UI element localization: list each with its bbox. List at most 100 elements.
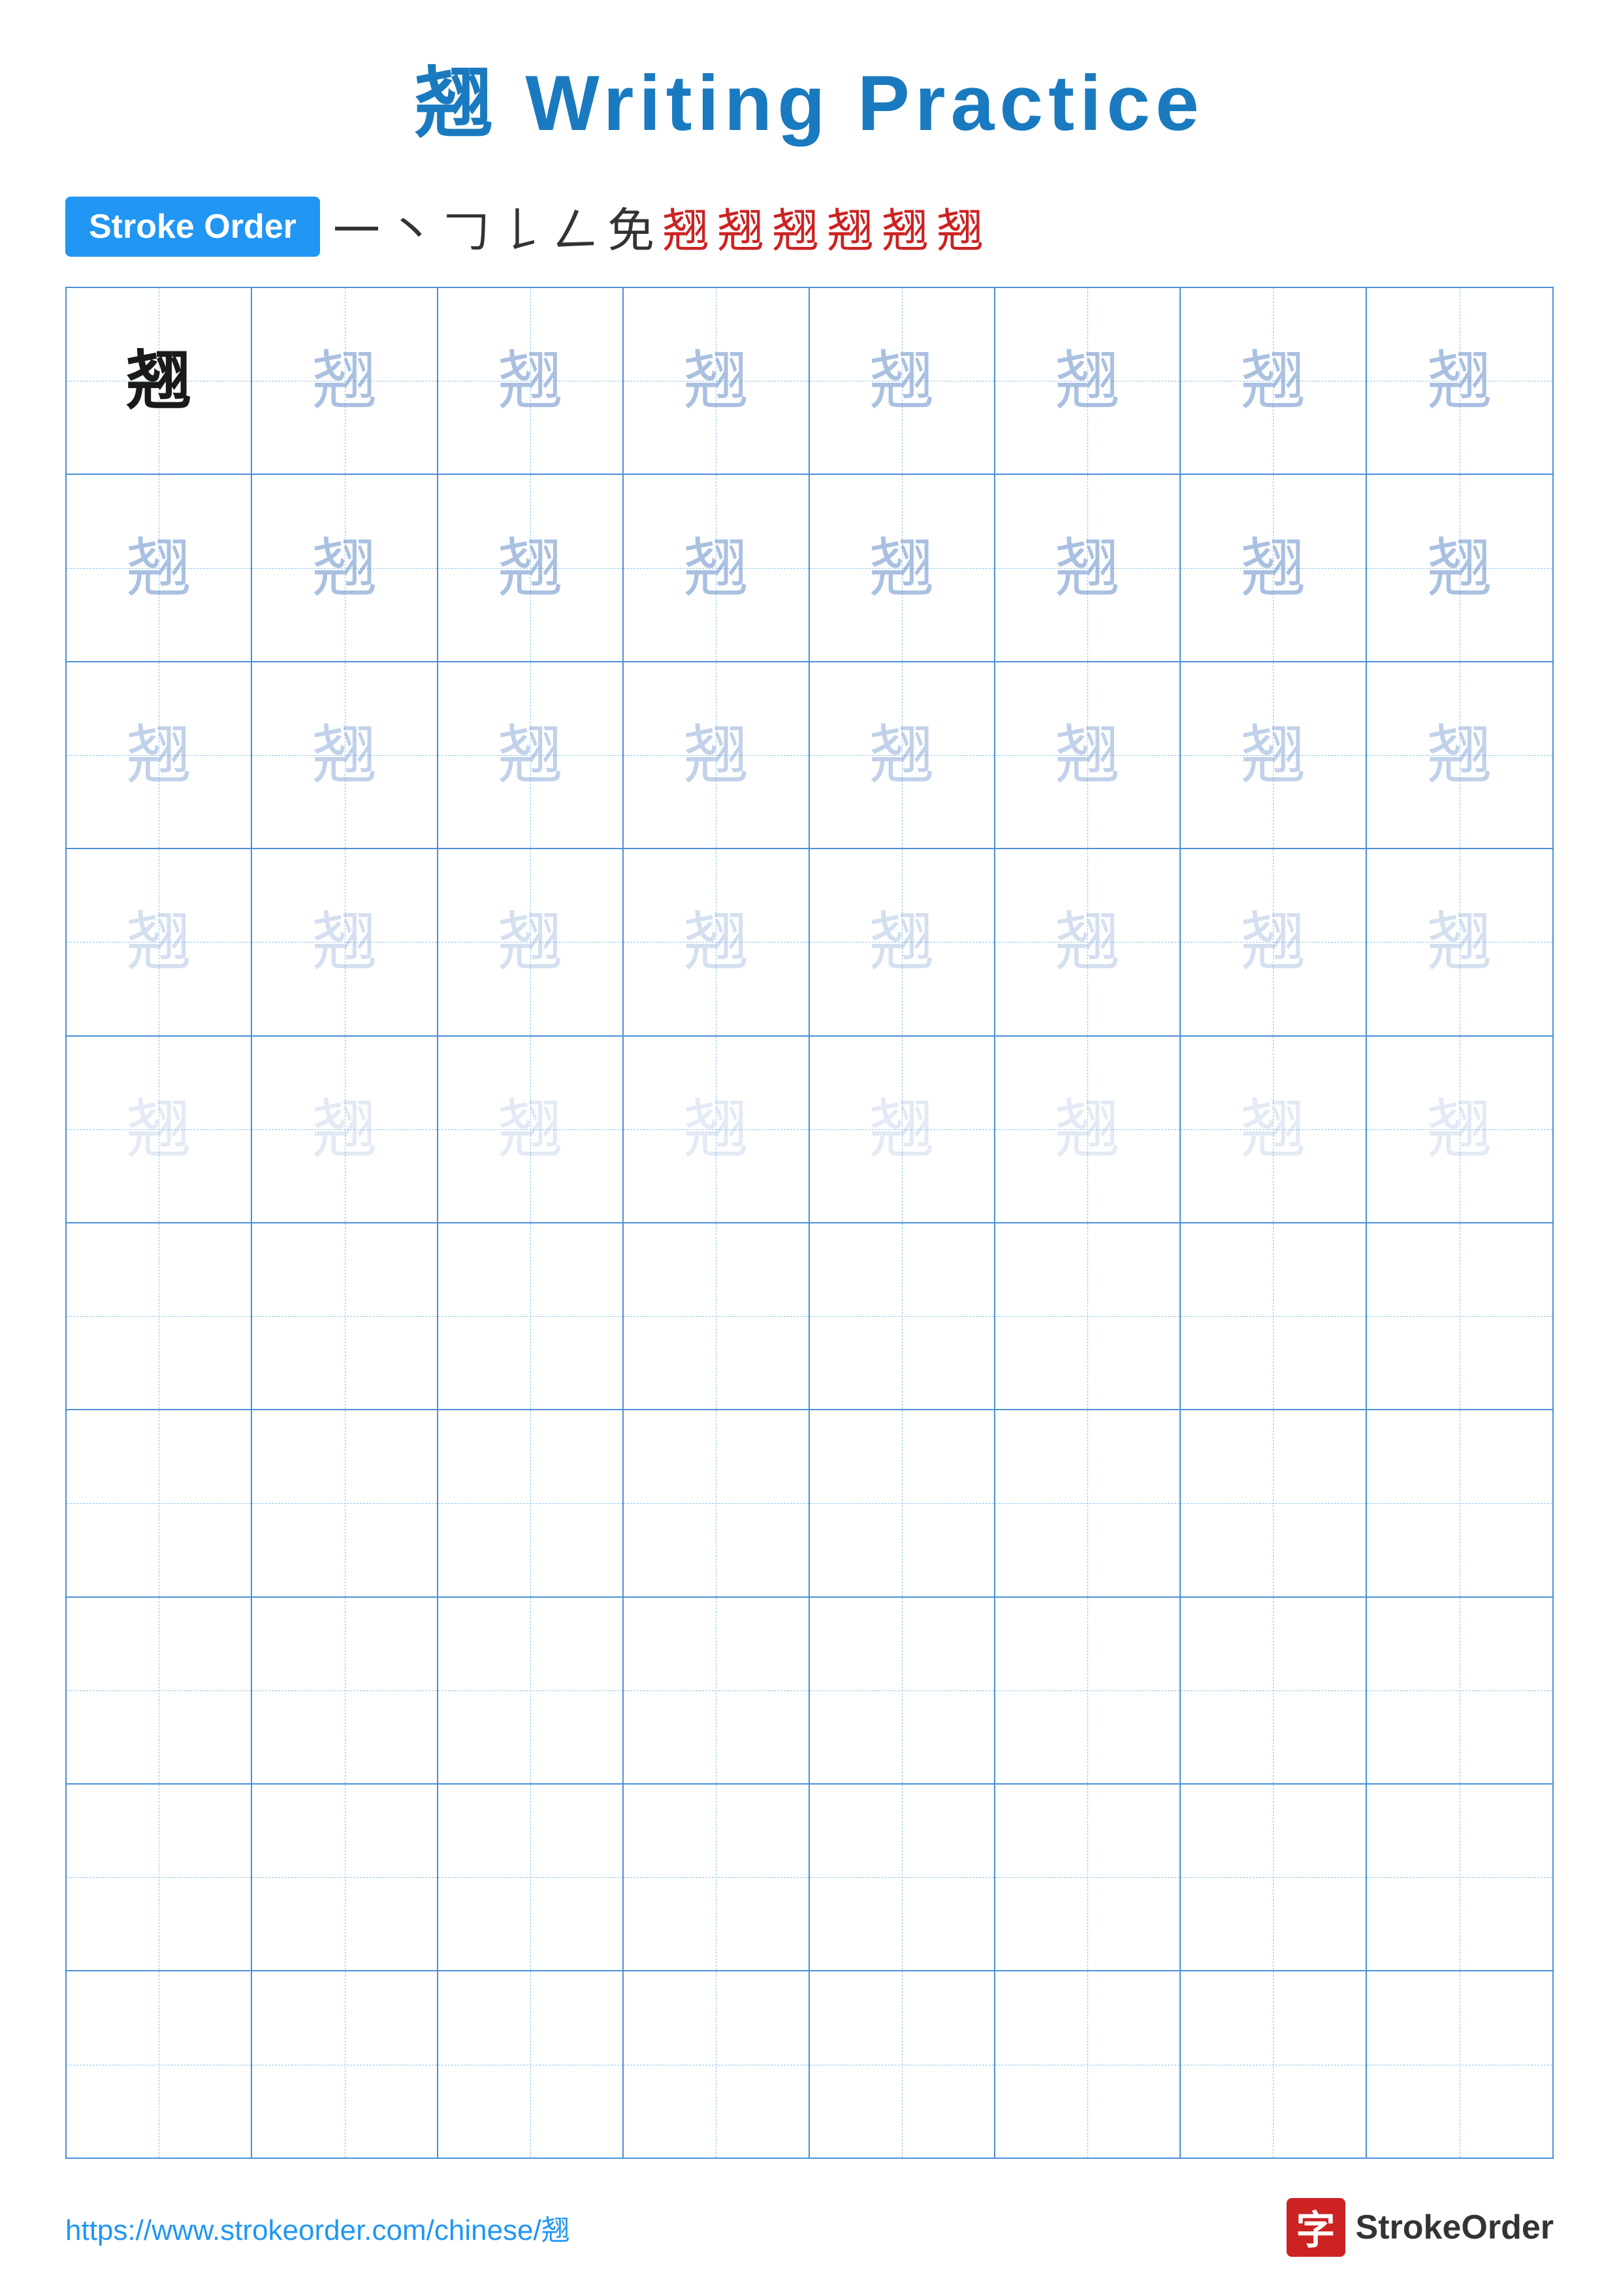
stroke-1: 一 — [333, 192, 380, 261]
grid-cell — [252, 1410, 438, 1596]
grid-cell — [1181, 1223, 1366, 1409]
grid-char: 翘 — [1427, 909, 1492, 975]
grid-cell — [624, 1410, 809, 1596]
grid-char: 翘 — [1055, 722, 1120, 788]
grid-cell — [810, 1785, 995, 1970]
stroke-8: 翘 — [717, 192, 764, 261]
grid-row — [67, 1971, 1552, 2157]
brand-name: StrokeOrder — [1356, 2208, 1554, 2247]
stroke-7: 翘 — [662, 192, 709, 261]
grid-cell: 翘 — [810, 849, 995, 1035]
grid-cell — [624, 1785, 809, 1970]
grid-cell: 翘 — [67, 662, 252, 848]
grid-char: 翘 — [1055, 536, 1120, 601]
grid-row: 翘翘翘翘翘翘翘翘 — [67, 475, 1552, 662]
grid-cell: 翘 — [252, 1037, 438, 1222]
grid-char: 翘 — [869, 348, 935, 413]
grid-cell: 翘 — [1367, 662, 1552, 848]
grid-char: 翘 — [683, 909, 748, 975]
grid-cell: 翘 — [810, 662, 995, 848]
grid-cell — [995, 1410, 1181, 1596]
grid-char: 翘 — [1240, 1097, 1306, 1162]
grid-cell: 翘 — [67, 288, 252, 474]
stroke-order-row: Stroke Order 一 丶 𠃌 𠄌 𠃋 免 翘 翘 翘 翘 翘 翘 — [65, 192, 1554, 261]
grid-cell: 翘 — [1367, 1037, 1552, 1222]
grid-cell — [995, 1971, 1181, 2157]
footer-brand: 字 StrokeOrder — [1287, 2198, 1554, 2257]
grid-cell — [438, 1971, 624, 2157]
grid-cell: 翘 — [438, 662, 624, 848]
grid-char: 翘 — [1427, 536, 1492, 601]
grid-cell — [810, 1223, 995, 1409]
grid-cell — [252, 1598, 438, 1783]
grid-cell: 翘 — [1181, 288, 1366, 474]
grid-cell — [1181, 1598, 1366, 1783]
grid-cell: 翘 — [995, 1037, 1181, 1222]
grid-char: 翘 — [1055, 1097, 1120, 1162]
stroke-order-chars: 一 丶 𠃌 𠄌 𠃋 免 翘 翘 翘 翘 翘 翘 — [333, 192, 984, 261]
stroke-order-badge: Stroke Order — [65, 197, 320, 257]
grid-char: 翘 — [869, 536, 935, 601]
grid-cell: 翘 — [624, 475, 809, 660]
grid-char: 翘 — [498, 348, 563, 413]
grid-cell — [995, 1223, 1181, 1409]
grid-cell: 翘 — [67, 475, 252, 660]
grid-cell: 翘 — [438, 475, 624, 660]
grid-cell — [995, 1785, 1181, 1970]
grid-cell — [1367, 1223, 1552, 1409]
practice-grid: 翘翘翘翘翘翘翘翘翘翘翘翘翘翘翘翘翘翘翘翘翘翘翘翘翘翘翘翘翘翘翘翘翘翘翘翘翘翘翘翘 — [65, 287, 1554, 2159]
grid-cell: 翘 — [1367, 288, 1552, 474]
grid-cell — [624, 1223, 809, 1409]
grid-row: 翘翘翘翘翘翘翘翘 — [67, 288, 1552, 475]
grid-cell: 翘 — [67, 1037, 252, 1222]
grid-cell — [1181, 1971, 1366, 2157]
grid-char: 翘 — [126, 909, 191, 975]
grid-char: 翘 — [312, 348, 377, 413]
grid-cell — [995, 1598, 1181, 1783]
grid-char: 翘 — [683, 1097, 748, 1162]
grid-char: 翘 — [126, 536, 191, 601]
grid-cell — [624, 1598, 809, 1783]
grid-cell — [624, 1971, 809, 2157]
grid-char: 翘 — [683, 348, 748, 413]
grid-cell: 翘 — [1181, 475, 1366, 660]
footer-url[interactable]: https://www.strokeorder.com/chinese/翘 — [65, 2207, 570, 2248]
stroke-5: 𠃋 — [553, 192, 600, 261]
grid-char: 翘 — [1427, 348, 1492, 413]
grid-cell: 翘 — [624, 849, 809, 1035]
grid-cell: 翘 — [1367, 849, 1552, 1035]
grid-char: 翘 — [1240, 348, 1306, 413]
grid-char: 翘 — [498, 909, 563, 975]
grid-char: 翘 — [1240, 536, 1306, 601]
stroke-10: 翘 — [827, 192, 874, 261]
grid-cell: 翘 — [995, 849, 1181, 1035]
grid-char: 翘 — [126, 1097, 191, 1162]
grid-row — [67, 1410, 1552, 1597]
grid-cell — [67, 1223, 252, 1409]
grid-char: 翘 — [1427, 722, 1492, 788]
grid-cell — [252, 1223, 438, 1409]
grid-cell — [67, 1410, 252, 1596]
page-title: 翘 Writing Practice — [415, 39, 1204, 153]
grid-cell: 翘 — [810, 475, 995, 660]
grid-char: 翘 — [126, 722, 191, 788]
stroke-12: 翘 — [937, 192, 984, 261]
stroke-3: 𠃌 — [443, 192, 490, 261]
stroke-11: 翘 — [882, 192, 929, 261]
stroke-9: 翘 — [772, 192, 819, 261]
grid-cell: 翘 — [810, 288, 995, 474]
grid-char: 翘 — [1427, 1097, 1492, 1162]
grid-cell — [1367, 1971, 1552, 2157]
grid-cell: 翘 — [810, 1037, 995, 1222]
grid-cell: 翘 — [252, 475, 438, 660]
grid-cell — [1367, 1410, 1552, 1596]
grid-cell: 翘 — [252, 662, 438, 848]
grid-cell: 翘 — [995, 288, 1181, 474]
grid-cell: 翘 — [995, 662, 1181, 848]
grid-cell — [810, 1598, 995, 1783]
grid-cell — [1367, 1598, 1552, 1783]
grid-char: 翘 — [1055, 909, 1120, 975]
stroke-2: 丶 — [388, 192, 435, 261]
grid-row — [67, 1598, 1552, 1785]
brand-icon: 字 — [1287, 2198, 1345, 2257]
